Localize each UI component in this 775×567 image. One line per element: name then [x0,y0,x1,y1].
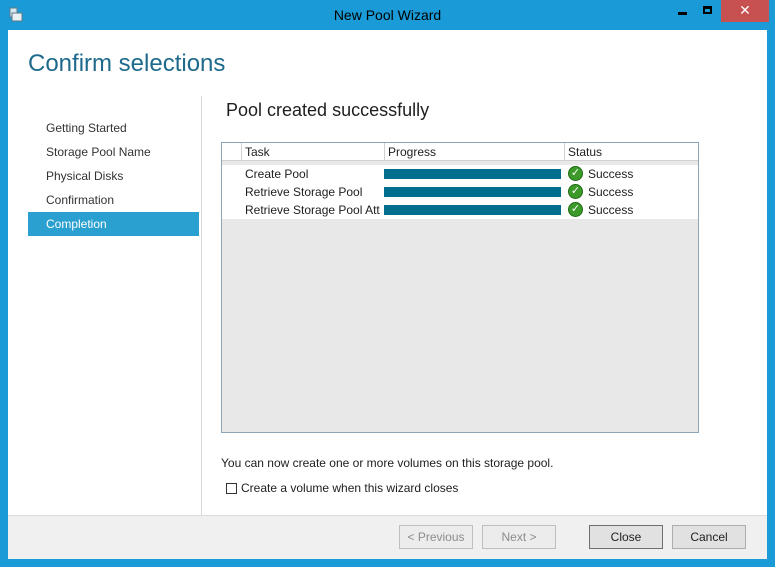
nav-item-storage-pool-name[interactable]: Storage Pool Name [28,140,199,164]
title-bar: New Pool Wizard ✕ [0,0,775,30]
close-window-button[interactable]: ✕ [721,0,769,22]
check-circle-icon: ✓ [568,184,583,199]
nav-item-confirmation[interactable]: Confirmation [28,188,199,212]
check-circle-icon: ✓ [568,166,583,181]
window-title: New Pool Wizard [333,7,442,23]
maximize-button[interactable] [695,0,721,22]
nav-item-physical-disks[interactable]: Physical Disks [28,164,199,188]
result-heading: Pool created successfully [226,100,430,120]
status-cell: ✓ Success [568,183,698,201]
header-status[interactable]: Status [564,143,698,161]
check-circle-icon: ✓ [568,202,583,217]
close-button[interactable]: Close [589,525,663,549]
task-name: Create Pool [245,167,309,181]
grid-header: Task Progress Status [222,143,698,161]
status-text: Success [588,167,634,181]
next-button[interactable]: Next > [482,525,556,549]
progress-bar [384,169,561,179]
status-text: Success [588,185,634,199]
wizard-content: Confirm selections Getting Started Stora… [8,30,767,559]
page-title: Confirm selections [28,50,226,77]
info-text: You can now create one or more volumes o… [221,456,554,470]
task-grid[interactable]: Task Progress Status Create Pool ✓ Succe… [221,142,699,433]
create-volume-checkbox[interactable] [226,483,237,494]
maximize-icon [703,6,712,14]
progress-bar [384,205,561,215]
previous-button[interactable]: < Previous [399,525,473,549]
status-cell: ✓ Success [568,165,698,183]
progress-bar [384,187,561,197]
header-task[interactable]: Task [241,143,384,161]
table-row[interactable]: Create Pool ✓ Success [222,165,698,183]
task-name: Retrieve Storage Pool [245,185,363,199]
status-text: Success [588,203,634,217]
close-icon: ✕ [739,2,751,18]
task-name: Retrieve Storage Pool Att [245,203,380,217]
wizard-window: New Pool Wizard ✕ Confirm selections Get… [0,0,775,567]
minimize-button[interactable] [669,0,695,22]
create-volume-label[interactable]: Create a volume when this wizard closes [241,481,458,495]
nav-item-getting-started[interactable]: Getting Started [28,116,199,140]
table-row[interactable]: Retrieve Storage Pool ✓ Success [222,183,698,201]
cancel-button[interactable]: Cancel [672,525,746,549]
status-cell: ✓ Success [568,201,698,219]
header-progress[interactable]: Progress [384,143,564,161]
table-row[interactable]: Retrieve Storage Pool Att ✓ Success [222,201,698,219]
minimize-icon [678,12,687,15]
nav-item-completion[interactable]: Completion [28,212,199,236]
button-bar: < Previous Next > Close Cancel [8,515,767,559]
nav-divider [201,96,202,516]
wizard-nav: Getting Started Storage Pool Name Physic… [28,116,199,236]
